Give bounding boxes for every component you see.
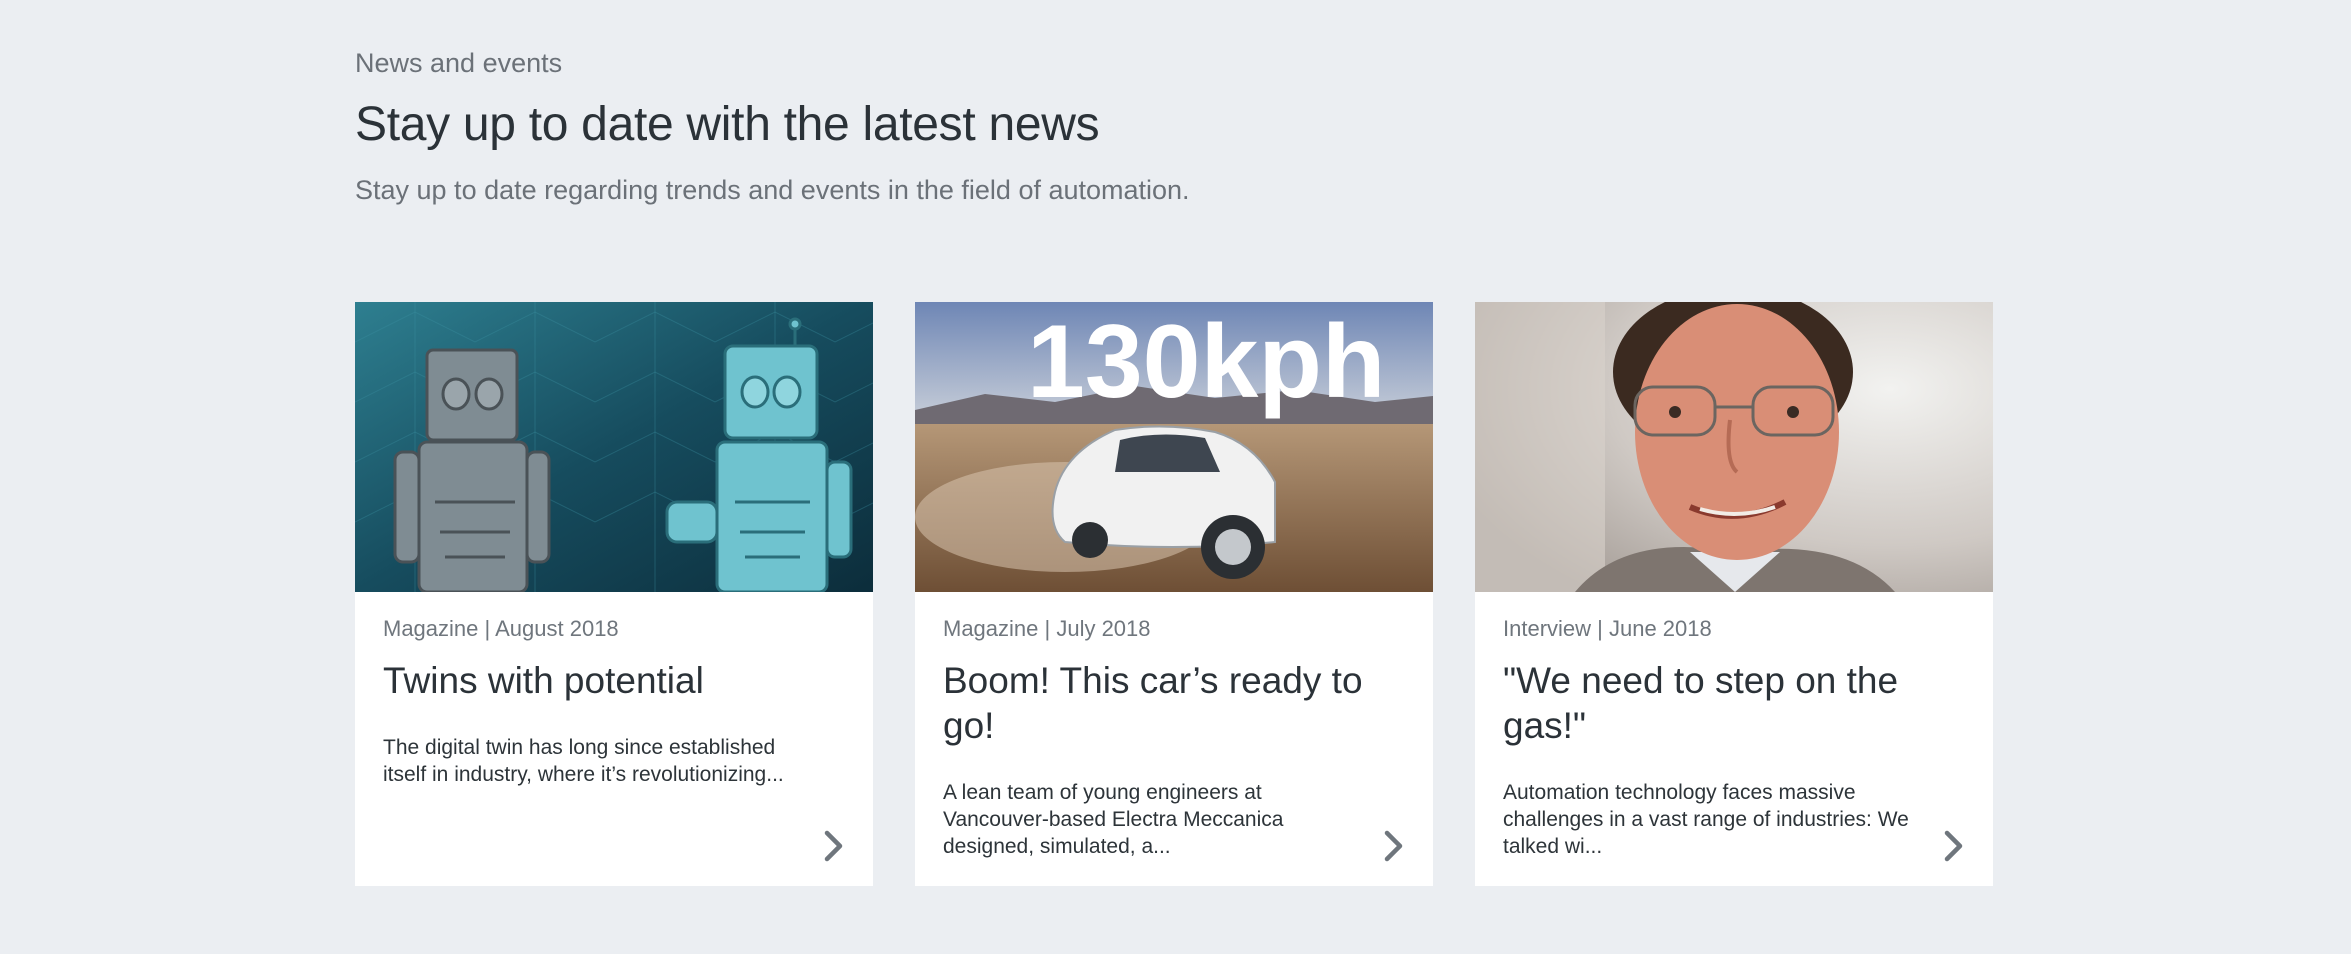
card-image-robots[interactable] bbox=[355, 302, 873, 592]
card-teaser: Automation technology faces massive chal… bbox=[1503, 781, 1909, 858]
card-title[interactable]: Boom! This car’s ready to go! bbox=[943, 658, 1393, 748]
card-meta: Interview | June 2018 bbox=[1503, 616, 1712, 641]
section-eyebrow: News and events bbox=[355, 48, 563, 78]
card-image-car[interactable]: 130kph bbox=[915, 302, 1433, 592]
news-card-interview[interactable]: Interview | June 2018 "We need to step o… bbox=[1475, 302, 1993, 886]
speed-overlay-text: 130kph bbox=[1027, 304, 1385, 420]
chevron-right-icon[interactable] bbox=[1381, 829, 1407, 863]
card-meta: Magazine | August 2018 bbox=[383, 616, 619, 641]
section-heading: Stay up to date with the latest news bbox=[355, 98, 1100, 151]
card-teaser: The digital twin has long since establis… bbox=[383, 736, 784, 786]
chevron-right-icon[interactable] bbox=[1941, 829, 1967, 863]
card-teaser: A lean team of young engineers at Vancou… bbox=[943, 781, 1284, 858]
card-title[interactable]: "We need to step on the gas!" bbox=[1503, 658, 1953, 748]
chevron-right-icon[interactable] bbox=[821, 829, 847, 863]
section-subheading: Stay up to date regarding trends and eve… bbox=[355, 175, 1190, 205]
card-meta: Magazine | July 2018 bbox=[943, 616, 1151, 641]
card-title[interactable]: Twins with potential bbox=[383, 658, 833, 703]
news-card-twins[interactable]: Magazine | August 2018 Twins with potent… bbox=[355, 302, 873, 886]
news-card-car[interactable]: 130kph Magazine | July 2018 Boom! This c… bbox=[915, 302, 1433, 886]
card-image-portrait[interactable] bbox=[1475, 302, 1993, 592]
